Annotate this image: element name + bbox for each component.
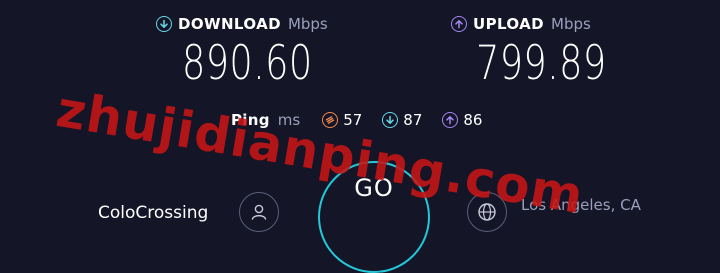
upload-header: UPLOAD Mbps (451, 13, 591, 35)
server-location[interactable]: Los Angeles, CA (521, 196, 641, 214)
upload-unit: Mbps (551, 15, 591, 33)
upload-arrow-icon (451, 16, 467, 32)
ping-upload: 86 (442, 111, 482, 129)
ping-upload-value: 86 (463, 111, 483, 129)
user-icon[interactable] (239, 192, 279, 232)
ping-idle: 57 (322, 111, 362, 129)
ping-row: Ping ms 57 87 86 (231, 109, 502, 131)
ping-unit: ms (277, 111, 301, 129)
upload-label: UPLOAD (473, 15, 545, 33)
download-header: DOWNLOAD Mbps (156, 13, 328, 35)
ping-download-value: 87 (403, 111, 423, 129)
go-button[interactable]: GO (318, 161, 430, 273)
server-provider-name[interactable]: ColoCrossing (98, 203, 208, 223)
download-unit: Mbps (287, 15, 328, 33)
upload-latency-icon (442, 112, 459, 128)
download-latency-icon (382, 112, 399, 128)
download-speed-value: 890.60 (182, 36, 313, 91)
ping-download: 87 (382, 111, 422, 129)
go-button-label: GO (354, 174, 394, 202)
ping-label: Ping (231, 111, 270, 129)
speedtest-panel: DOWNLOAD Mbps UPLOAD Mbps 890.60 799.89 … (0, 0, 720, 273)
download-label: DOWNLOAD (178, 15, 281, 33)
download-arrow-icon (156, 16, 172, 32)
idle-latency-icon (322, 112, 339, 128)
upload-speed-value: 799.89 (476, 36, 607, 91)
globe-icon[interactable] (467, 192, 507, 232)
ping-idle-value: 57 (343, 111, 363, 129)
